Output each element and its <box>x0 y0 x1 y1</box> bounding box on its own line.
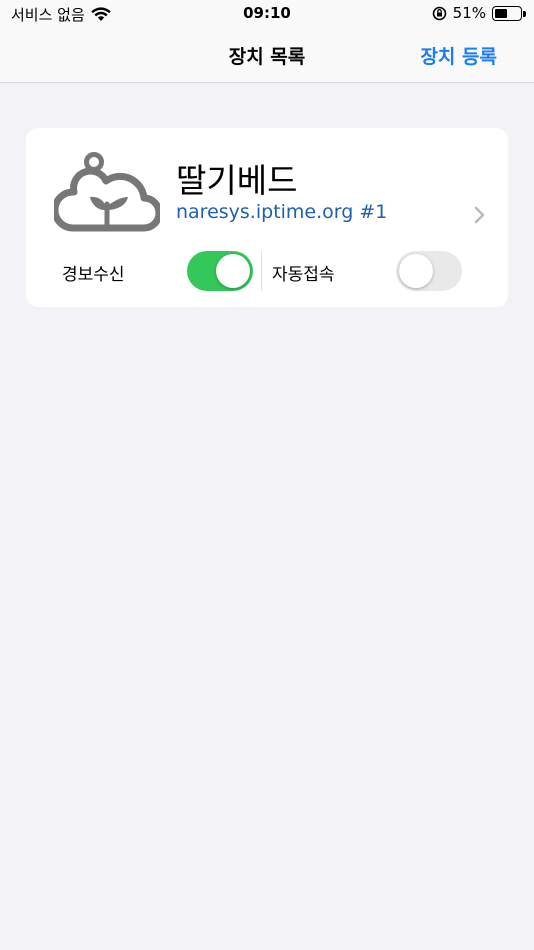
auto-connect-toggle[interactable] <box>396 251 462 291</box>
register-device-button[interactable]: 장치 등록 <box>420 42 497 69</box>
toggle-knob <box>399 254 433 288</box>
battery-icon <box>492 5 526 21</box>
divider <box>261 251 262 291</box>
auto-connect-label: 자동접속 <box>272 265 335 285</box>
toggle-knob <box>216 254 250 288</box>
battery-percent: 51% <box>452 4 486 22</box>
device-card[interactable]: 딸기베드 naresys.iptime.org #1 경보수신 자동접속 <box>26 128 508 307</box>
device-address: naresys.iptime.org #1 <box>176 201 388 223</box>
toggle-row: 경보수신 자동접속 <box>26 248 508 292</box>
chevron-right-icon[interactable] <box>474 206 486 224</box>
device-name: 딸기베드 <box>176 161 298 200</box>
orientation-lock-icon <box>432 6 446 20</box>
cloud-sprout-icon <box>54 152 160 232</box>
alarm-toggle[interactable] <box>187 251 253 291</box>
navigation-bar: 서비스 없음 09:10 51% 장치 목록 장치 등록 <box>0 0 534 83</box>
status-right: 51% <box>432 4 526 22</box>
alarm-label: 경보수신 <box>62 265 125 285</box>
